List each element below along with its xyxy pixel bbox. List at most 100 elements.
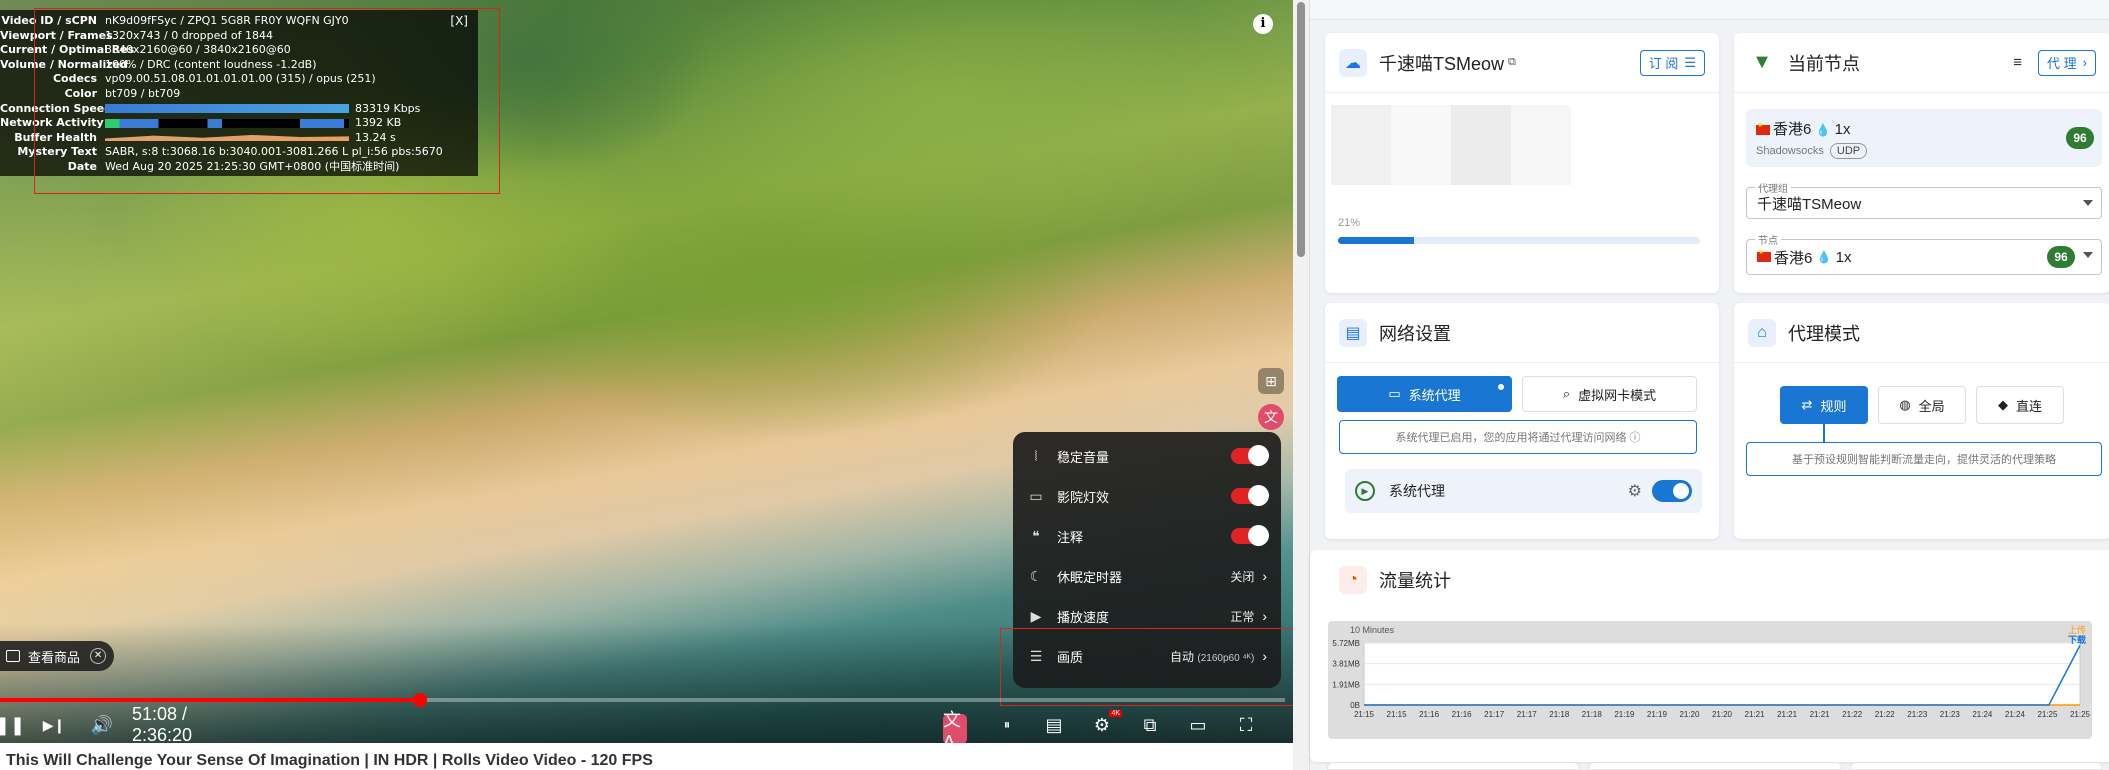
- video-player[interactable]: [X] Video ID / sCPN nK9d09fFSyc / ZPQ1 5G8…: [0, 0, 1293, 743]
- global-mode-label: 全局: [1918, 398, 1945, 414]
- x-tick-label: 21:24: [2005, 710, 2026, 719]
- settings-item-ambient-mode[interactable]: ▭ 影院灯效: [1013, 476, 1281, 516]
- x-tick-label: 21:21: [1810, 710, 1831, 719]
- direct-mode-button[interactable]: ◆ 直连: [1976, 386, 2064, 424]
- wifi-icon: ▼: [1752, 51, 1772, 73]
- annotations-icon: ❝: [1032, 527, 1040, 544]
- settings-item-stable-volume[interactable]: ⦚ 稳定音量: [1013, 436, 1281, 476]
- x-tick-label: 21:21: [1745, 710, 1766, 719]
- udp-badge: UDP: [1829, 143, 1868, 159]
- proxy-mode-header: ⌂ 代理模式: [1734, 303, 2109, 363]
- 4k-badge: 4K: [1109, 710, 1122, 717]
- chevron-right-icon: ›: [1262, 608, 1267, 624]
- current-node-header: ▼ 当前节点 ≡ 代 理 ›: [1734, 33, 2109, 93]
- settings-item-label: 注释: [1057, 529, 1084, 545]
- search-icon: ⌕: [1562, 386, 1571, 401]
- legend-download: 下载: [2068, 634, 2086, 645]
- system-proxy-switch[interactable]: [1652, 480, 1692, 502]
- x-tick-label: 21:19: [1647, 710, 1668, 719]
- network-header: ▤ 网络设置: [1325, 303, 1719, 363]
- system-proxy-hint-text: 系统代理已启用，您的应用将通过代理访问网络: [1395, 432, 1627, 444]
- x-tick-label: 21:22: [1842, 710, 1863, 719]
- chevron-down-icon: [2083, 200, 2093, 206]
- pause-icon[interactable]: ❚❚: [0, 710, 25, 740]
- proxy-mode-title: 代理模式: [1788, 323, 1860, 344]
- ai-translate-icon[interactable]: 文: [1258, 404, 1284, 430]
- settings-item-label: 稳定音量: [1057, 449, 1110, 465]
- settings-item-sleep-timer[interactable]: ☾ 休眠定时器 关闭 ›: [1013, 556, 1281, 596]
- playback-speed-icon: ▶: [1030, 607, 1042, 624]
- help-icon[interactable]: ⓘ: [1630, 429, 1641, 445]
- next-icon[interactable]: ▶❙: [42, 710, 66, 740]
- settings-item-annotations[interactable]: ❝ 注释: [1013, 516, 1281, 556]
- x-tick-label: 21:16: [1452, 710, 1473, 719]
- x-tick-label: 21:18: [1549, 710, 1570, 719]
- droplet-icon: 💧: [1815, 123, 1831, 137]
- chevron-right-icon: ›: [2082, 55, 2087, 70]
- system-proxy-tab[interactable]: ▭ 系统代理: [1337, 376, 1512, 412]
- volume-icon[interactable]: 🔊: [88, 710, 116, 740]
- toggle-switch[interactable]: [1231, 445, 1269, 466]
- close-icon[interactable]: ✕: [90, 648, 107, 664]
- progress-scrubber[interactable]: [412, 693, 427, 707]
- globe-icon: ◍: [1899, 397, 1911, 412]
- subscribe-button[interactable]: 订 阅 ☰: [1639, 49, 1705, 76]
- node-multiplier: 1x: [1834, 121, 1851, 138]
- toggle-switch[interactable]: [1231, 485, 1269, 506]
- proxy-group-label: 代理组: [1755, 180, 1791, 195]
- gear-icon[interactable]: ⚙: [1628, 481, 1642, 501]
- settings-item-label: 影院灯效: [1057, 489, 1110, 505]
- proxy-group-select[interactable]: 代理组 千速喵TSMeow: [1746, 180, 2102, 219]
- y-tick-label: 0B: [1350, 701, 1360, 710]
- x-tick-label: 21:23: [1907, 710, 1928, 719]
- toggle-switch[interactable]: [1231, 525, 1269, 546]
- page-scrollbar[interactable]: [1293, 0, 1309, 770]
- scrollbar-thumb[interactable]: [1297, 2, 1305, 257]
- y-tick-label: 1.91MB: [1332, 680, 1360, 689]
- system-proxy-row-label: 系统代理: [1389, 483, 1445, 499]
- video-title[interactable]: This Will Challenge Your Sense Of Imagin…: [6, 752, 1286, 770]
- autoplay-toggle[interactable]: ⏸: [992, 710, 1022, 740]
- swap-icon: ⇄: [1801, 397, 1813, 412]
- miniplayer-icon[interactable]: ⧉: [1136, 710, 1164, 740]
- window-top-strip: [1310, 0, 2109, 20]
- settings-icon[interactable]: ⚙ 4K: [1088, 710, 1122, 740]
- rule-mode-button[interactable]: ⇄ 规则: [1780, 386, 1868, 424]
- view-products-chip[interactable]: 查看商品 ✕: [0, 641, 115, 671]
- x-tick-label: 21:17: [1517, 710, 1538, 719]
- droplet-icon: 💧: [1816, 250, 1832, 264]
- chart-title: 10 Minutes: [1350, 625, 1395, 635]
- system-proxy-hint: 系统代理已启用，您的应用将通过代理访问网络 ⓘ: [1339, 420, 1697, 454]
- theater-mode-icon[interactable]: ▭: [1184, 710, 1212, 740]
- fullscreen-icon[interactable]: ⛶: [1232, 710, 1260, 740]
- proxy-button[interactable]: 代 理 ›: [2038, 49, 2096, 76]
- external-link-icon[interactable]: ⧉: [1508, 56, 1640, 69]
- ai-translate-button[interactable]: 文A: [943, 710, 967, 743]
- x-tick-label: 21:15: [1354, 710, 1375, 719]
- global-mode-button[interactable]: ◍ 全局: [1878, 386, 1966, 424]
- x-tick-label: 21:18: [1582, 710, 1603, 719]
- tun-mode-tab[interactable]: ⌕ 虚拟网卡模式: [1522, 376, 1697, 412]
- x-tick-label: 21:20: [1712, 710, 1733, 719]
- mode-connector: [1823, 424, 1825, 442]
- x-tick-label: 21:20: [1679, 710, 1700, 719]
- x-tick-label: 21:25: [2037, 710, 2058, 719]
- traffic-stats-card: ◔ 流量统计 10 Minutes 5.72MB 3.81MB 1.91MB 0B 21:…: [1310, 550, 2109, 762]
- usage-progress-bar: [1338, 237, 1700, 244]
- subtitles-icon[interactable]: ▤: [1040, 710, 1068, 740]
- current-node-box[interactable]: 香港6 💧 1x Shadowsocks UDP 96: [1746, 109, 2102, 167]
- server-icon: ▤: [1339, 318, 1367, 347]
- system-proxy-tab-label: 系统代理: [1408, 387, 1461, 403]
- sort-icon[interactable]: ≡: [2013, 54, 2022, 71]
- tun-mode-tab-label: 虚拟网卡模式: [1578, 387, 1657, 403]
- info-icon[interactable]: i: [1253, 14, 1273, 34]
- progress-played: [0, 698, 420, 702]
- progress-bar[interactable]: [0, 693, 1285, 707]
- grid-icon[interactable]: ⊞: [1258, 368, 1284, 394]
- x-tick-label: 21:15: [1387, 710, 1408, 719]
- proxy-mode-card: ⌂ 代理模式 ⇄ 规则 ◍ 全局 ◆ 直连 基于预设规则智能判断流量走向，提供灵活的代…: [1734, 303, 2109, 539]
- settings-item-value: 正常: [1230, 608, 1254, 625]
- gear-icon: ⚙: [1093, 714, 1111, 735]
- node-select[interactable]: 节点 香港6 💧 1x 96: [1746, 232, 2102, 275]
- speedometer-icon: ◔: [1339, 566, 1367, 594]
